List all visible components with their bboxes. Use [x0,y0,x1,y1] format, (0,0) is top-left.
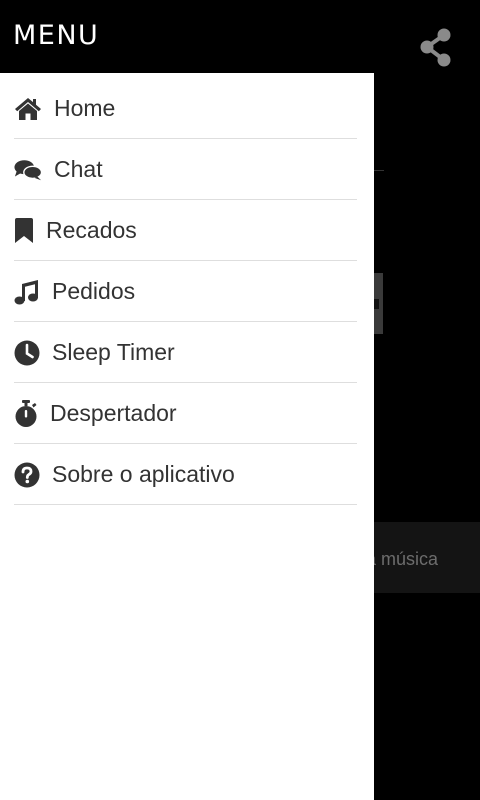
menu-item-label: Recados [46,217,137,243]
menu-item-sobre[interactable]: Sobre o aplicativo [14,445,357,505]
background-song-bar: a música [374,522,480,593]
stopwatch-icon [14,399,38,428]
menu-item-label: Pedidos [52,278,136,304]
home-icon [14,95,42,123]
share-icon[interactable] [418,28,454,68]
menu-item-label: Sleep Timer [52,339,175,365]
menu-title: MENU [13,20,100,51]
menu-item-label: Sobre o aplicativo [52,461,235,487]
clock-icon [14,339,40,367]
question-icon [14,461,40,489]
menu-item-label: Home [54,95,116,121]
menu-item-label: Chat [54,156,103,182]
navigation-drawer: Home Chat Recados Pedidos Sleep Timer De… [0,73,374,800]
top-bar: MENU [0,0,480,73]
bookmark-icon [14,217,34,245]
menu-item-sleep-timer[interactable]: Sleep Timer [14,323,357,383]
menu-item-label: Despertador [50,400,177,426]
chat-icon [14,156,42,184]
background-divider [374,170,384,171]
background-song-text: a música [374,549,439,569]
music-icon [14,278,40,306]
background-player-button [374,273,383,334]
menu-item-pedidos[interactable]: Pedidos [14,262,357,322]
menu-item-recados[interactable]: Recados [14,201,357,261]
menu-item-home[interactable]: Home [14,79,357,139]
menu-item-despertador[interactable]: Despertador [14,384,357,444]
menu-item-chat[interactable]: Chat [14,140,357,200]
